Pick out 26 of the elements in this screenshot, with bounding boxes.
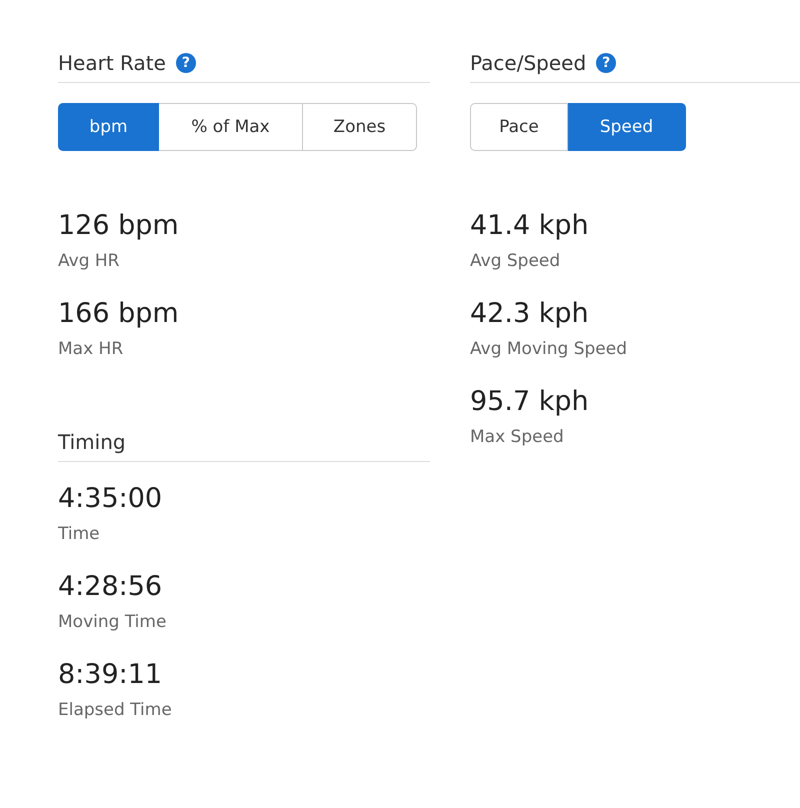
stat-value: 95.7 kph: [470, 385, 589, 419]
stat-label: Avg Speed: [470, 250, 560, 273]
stat-value: 8:39:11: [58, 658, 162, 692]
stat-label: Elapsed Time: [58, 699, 172, 722]
stat-value: 126 bpm: [58, 209, 179, 243]
unit-toggle-button[interactable]: Pace: [470, 103, 568, 151]
stat-value: 4:28:56: [58, 570, 162, 604]
stat-label: Avg Moving Speed: [470, 338, 628, 361]
help-icon[interactable]: ?: [176, 53, 196, 73]
help-icon[interactable]: ?: [596, 53, 616, 73]
section-title: Pace/Speed: [470, 51, 586, 75]
stat-label: Max HR: [58, 338, 124, 361]
stat-value: 166 bpm: [58, 297, 179, 331]
stat-label: Max Speed: [470, 426, 564, 449]
section-title: Heart Rate: [58, 51, 166, 75]
stat-label: Time: [58, 523, 100, 546]
stat-value: 4:35:00: [58, 482, 162, 516]
unit-toggle-button[interactable]: Zones: [303, 103, 417, 151]
stat-label: Moving Time: [58, 611, 166, 634]
section-title: Timing: [58, 430, 126, 454]
stat-label: Avg HR: [58, 250, 120, 273]
stat-value: 42.3 kph: [470, 297, 589, 331]
unit-toggle-button[interactable]: % of Max: [159, 103, 303, 151]
unit-toggle-button[interactable]: bpm: [58, 103, 159, 151]
stat-value: 41.4 kph: [470, 209, 589, 243]
unit-toggle-button[interactable]: Speed: [568, 103, 686, 151]
